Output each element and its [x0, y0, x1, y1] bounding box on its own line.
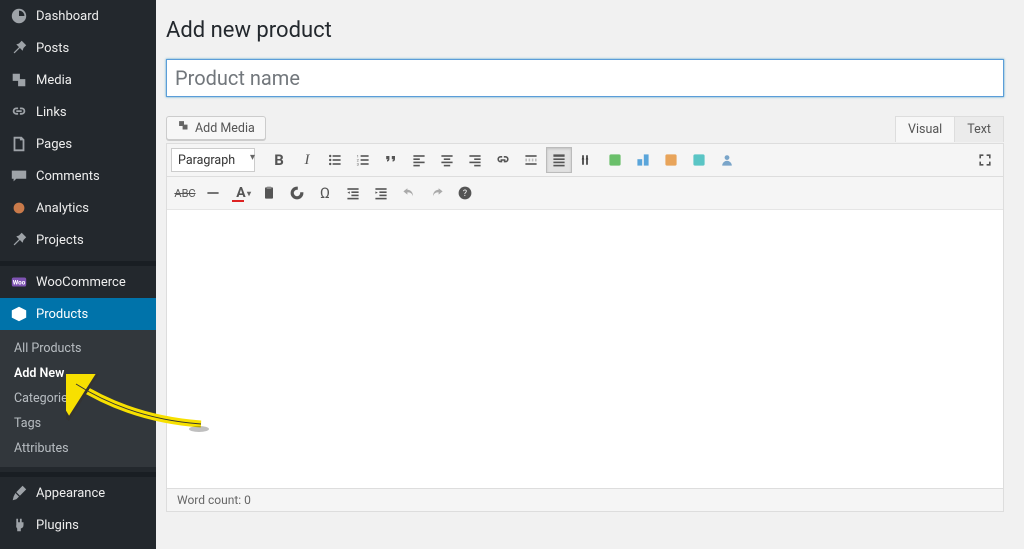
media-icon [177, 119, 191, 137]
sidebar-item-appearance[interactable]: Appearance [0, 477, 156, 509]
user-icon[interactable] [714, 147, 740, 173]
editor-canvas[interactable] [167, 210, 1003, 488]
sidebar-item-links[interactable]: Links [0, 96, 156, 128]
number-list-button[interactable]: 123 [350, 147, 376, 173]
redo-button[interactable] [424, 180, 450, 206]
strikethrough-button[interactable]: ABC [172, 180, 198, 206]
sidebar-item-woocommerce[interactable]: Woo WooCommerce [0, 266, 156, 298]
teal-box-icon[interactable] [686, 147, 712, 173]
italic-button[interactable]: I [294, 147, 320, 173]
sidebar-item-label: Projects [36, 233, 84, 248]
add-media-label: Add Media [195, 121, 255, 136]
tab-visual[interactable]: Visual [895, 116, 955, 142]
sidebar-subitem-add-new[interactable]: Add New [0, 361, 156, 386]
green-box-icon[interactable] [602, 147, 628, 173]
outdent-button[interactable] [340, 180, 366, 206]
pages-icon [10, 135, 28, 153]
columns-button[interactable] [574, 147, 600, 173]
svg-text:Woo: Woo [13, 279, 26, 287]
sidebar-item-label: Pages [36, 137, 72, 152]
sidebar-item-pages[interactable]: Pages [0, 128, 156, 160]
editor-toolbar-row2: ABC A▾ Ω ? [167, 177, 1003, 210]
align-right-button[interactable] [462, 147, 488, 173]
bold-button[interactable]: B [266, 147, 292, 173]
sidebar-item-label: Analytics [36, 201, 89, 216]
sidebar-item-label: Dashboard [36, 9, 99, 24]
editor-status-bar: Word count: 0 [167, 488, 1003, 511]
main-content: Add new product Add Media Visual Text Pa… [156, 0, 1024, 549]
sidebar-item-label: Plugins [36, 518, 79, 533]
sidebar-item-media[interactable]: Media [0, 64, 156, 96]
paste-text-button[interactable] [256, 180, 282, 206]
sidebar-item-label: WooCommerce [36, 275, 126, 290]
page-title: Add new product [166, 18, 1004, 43]
add-media-button[interactable]: Add Media [166, 116, 266, 140]
tab-text[interactable]: Text [954, 116, 1004, 142]
toolbar-toggle-button[interactable] [546, 147, 572, 173]
align-left-button[interactable] [406, 147, 432, 173]
editor-toolbar-row1: Paragraph B I 123 [167, 144, 1003, 177]
sidebar-subitem-categories[interactable]: Categories [0, 386, 156, 411]
blue-box-icon[interactable] [630, 147, 656, 173]
sidebar-item-label: Appearance [36, 486, 105, 501]
word-count: Word count: 0 [177, 493, 251, 507]
fullscreen-button[interactable] [972, 147, 998, 173]
sidebar-item-label: Media [36, 73, 72, 88]
svg-text:?: ? [463, 189, 467, 199]
undo-button[interactable] [396, 180, 422, 206]
text-color-button[interactable]: A▾ [228, 180, 254, 206]
help-button[interactable]: ? [452, 180, 478, 206]
pin-icon [10, 231, 28, 249]
sidebar-item-products[interactable]: Products [0, 298, 156, 330]
pin-icon [10, 39, 28, 57]
editor-box: Paragraph B I 123 ABC [166, 143, 1004, 512]
sidebar-item-comments[interactable]: Comments [0, 160, 156, 192]
sidebar-item-dashboard[interactable]: Dashboard [0, 0, 156, 32]
comment-icon [10, 167, 28, 185]
sidebar-item-plugins[interactable]: Plugins [0, 509, 156, 541]
woocommerce-icon: Woo [10, 273, 28, 291]
insert-link-button[interactable] [490, 147, 516, 173]
clear-formatting-button[interactable] [284, 180, 310, 206]
sidebar-item-analytics[interactable]: Analytics [0, 192, 156, 224]
sidebar-item-label: Links [36, 105, 67, 120]
blockquote-button[interactable] [378, 147, 404, 173]
sidebar-item-projects[interactable]: Projects [0, 224, 156, 256]
sidebar-subitem-tags[interactable]: Tags [0, 411, 156, 436]
svg-text:3: 3 [357, 162, 359, 167]
analytics-icon [10, 199, 28, 217]
product-name-input[interactable] [166, 59, 1004, 97]
sidebar-subitem-all-products[interactable]: All Products [0, 336, 156, 361]
sidebar-item-posts[interactable]: Posts [0, 32, 156, 64]
sidebar-submenu-products: All Products Add New Categories Tags Att… [0, 330, 156, 467]
sidebar-item-label: Comments [36, 169, 100, 184]
products-icon [10, 305, 28, 323]
link-icon [10, 103, 28, 121]
title-input-wrap [166, 59, 1004, 97]
brush-icon [10, 484, 28, 502]
special-character-button[interactable]: Ω [312, 180, 338, 206]
align-center-button[interactable] [434, 147, 460, 173]
editor-tabs: Visual Text [895, 116, 1004, 142]
horizontal-rule-button[interactable] [200, 180, 226, 206]
sidebar-item-label: Products [36, 307, 88, 322]
media-icon [10, 71, 28, 89]
bullet-list-button[interactable] [322, 147, 348, 173]
orange-box-icon[interactable] [658, 147, 684, 173]
dashboard-icon [10, 7, 28, 25]
indent-button[interactable] [368, 180, 394, 206]
format-select[interactable]: Paragraph [171, 148, 255, 172]
sidebar-item-label: Posts [36, 41, 69, 56]
sidebar-subitem-attributes[interactable]: Attributes [0, 436, 156, 461]
insert-more-button[interactable] [518, 147, 544, 173]
plugin-icon [10, 516, 28, 534]
admin-sidebar: Dashboard Posts Media Links Pages Commen… [0, 0, 156, 549]
